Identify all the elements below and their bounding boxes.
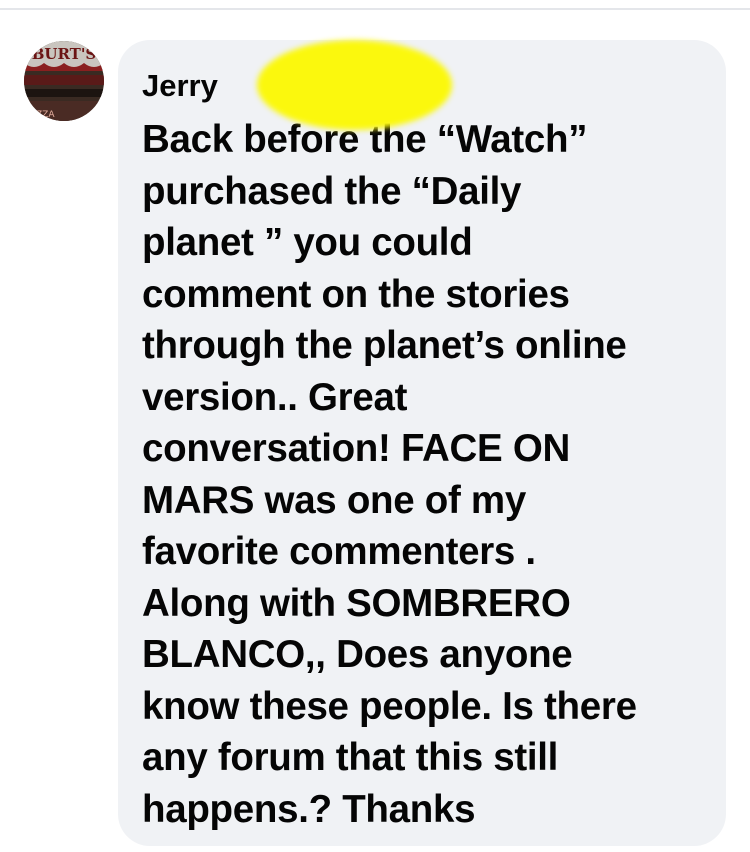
redaction-highlight — [257, 40, 452, 130]
avatar[interactable]: BURT'S ZZA — [24, 41, 104, 121]
avatar-image: BURT'S ZZA — [24, 41, 104, 121]
comment-text: Back before the “Watch” purchased the “D… — [142, 118, 637, 831]
top-divider — [0, 8, 750, 10]
avatar-sign-text: BURT'S — [32, 45, 97, 63]
comment-author-row: Jerry — [142, 40, 702, 130]
avatar-sub-text: ZZA — [36, 110, 55, 120]
comment-author-name[interactable]: Jerry — [142, 68, 218, 103]
comment-bubble: Jerry Back before the “Watch” purchased … — [118, 40, 726, 846]
